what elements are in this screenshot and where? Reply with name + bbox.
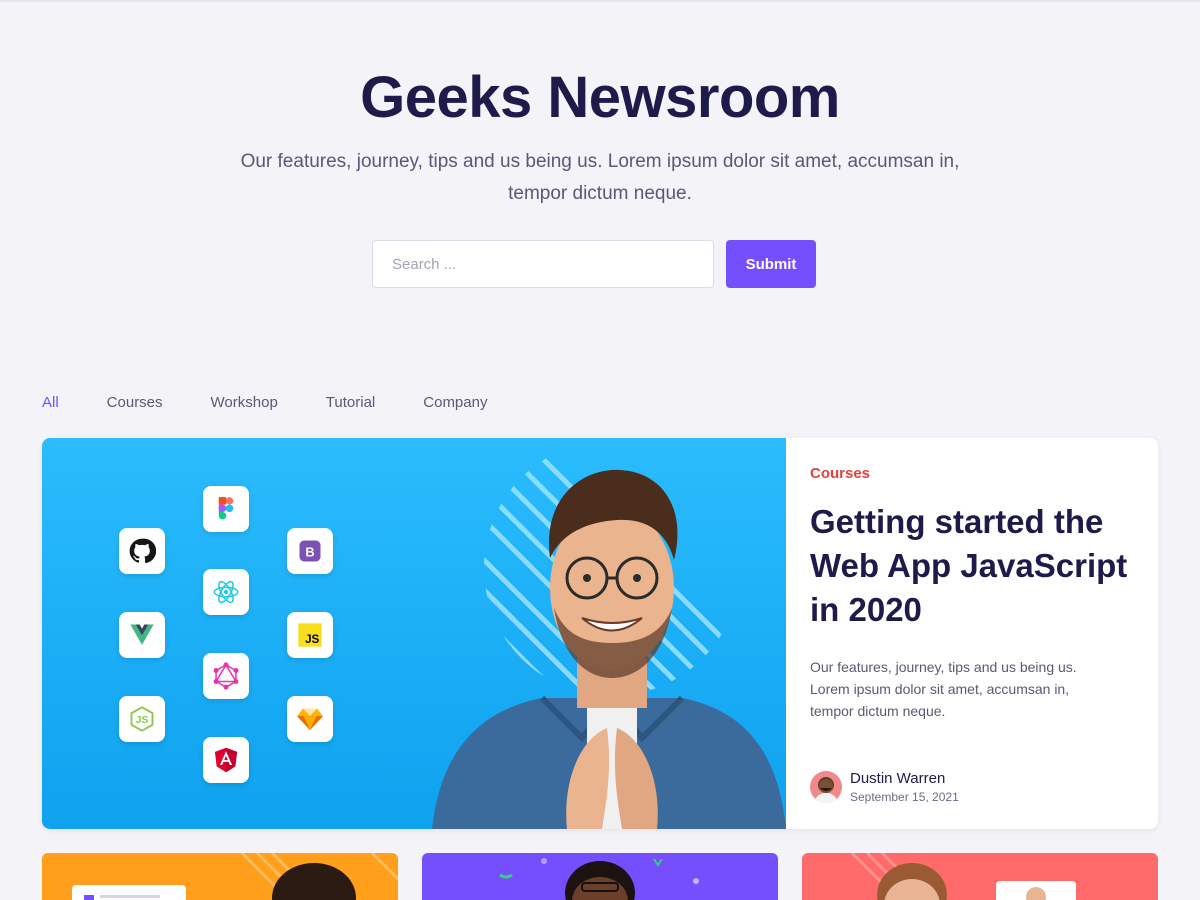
post-card-2-image [499, 858, 699, 900]
bootstrap-icon: B [287, 528, 333, 574]
featured-post-card[interactable]: B JS JS Courses Getting started the Web … [42, 438, 1158, 829]
page-subtitle: Our features, journey, tips and us being… [240, 151, 960, 204]
javascript-icon: JS [287, 612, 333, 658]
nodejs-icon: JS [119, 696, 165, 742]
post-excerpt: Our features, journey, tips and us being… [810, 659, 1077, 719]
person-illustration [432, 440, 786, 829]
tab-courses[interactable]: Courses [107, 394, 163, 411]
sketch-icon [287, 696, 333, 742]
tab-tutorial[interactable]: Tutorial [326, 394, 375, 411]
tab-workshop[interactable]: Workshop [211, 394, 278, 411]
top-border [0, 0, 1200, 2]
vue-icon [119, 612, 165, 658]
category-tabs: All Courses Workshop Tutorial Company [42, 394, 535, 411]
post-card-2[interactable] [422, 853, 778, 900]
post-date: September 15, 2021 [850, 790, 959, 804]
graphql-icon [203, 653, 249, 699]
svg-text:JS: JS [305, 633, 319, 646]
author-name[interactable]: Dustin Warren [850, 770, 959, 787]
featured-post-image[interactable]: B JS JS [42, 438, 786, 829]
svg-text:B: B [305, 544, 314, 559]
post-author: Dustin Warren September 15, 2021 [810, 770, 959, 804]
featured-post-body: Courses Getting started the Web App Java… [786, 438, 1158, 829]
github-icon [119, 528, 165, 574]
submit-button[interactable]: Submit [726, 240, 816, 288]
post-card-1[interactable] [42, 853, 398, 900]
search-input[interactable] [372, 240, 714, 288]
tab-company[interactable]: Company [423, 394, 487, 411]
post-category[interactable]: Courses [810, 465, 870, 482]
tab-all[interactable]: All [42, 394, 59, 411]
post-title[interactable]: Getting started the Web App JavaScript i… [810, 500, 1140, 632]
react-icon [203, 569, 249, 615]
svg-text:JS: JS [136, 714, 149, 726]
post-card-3-image [850, 853, 1076, 900]
angular-icon [203, 737, 249, 783]
figma-icon [203, 486, 249, 532]
post-card-3[interactable] [802, 853, 1158, 900]
post-card-1-image [72, 853, 398, 900]
avatar [810, 771, 842, 803]
page-title: Geeks Newsroom [360, 65, 840, 130]
